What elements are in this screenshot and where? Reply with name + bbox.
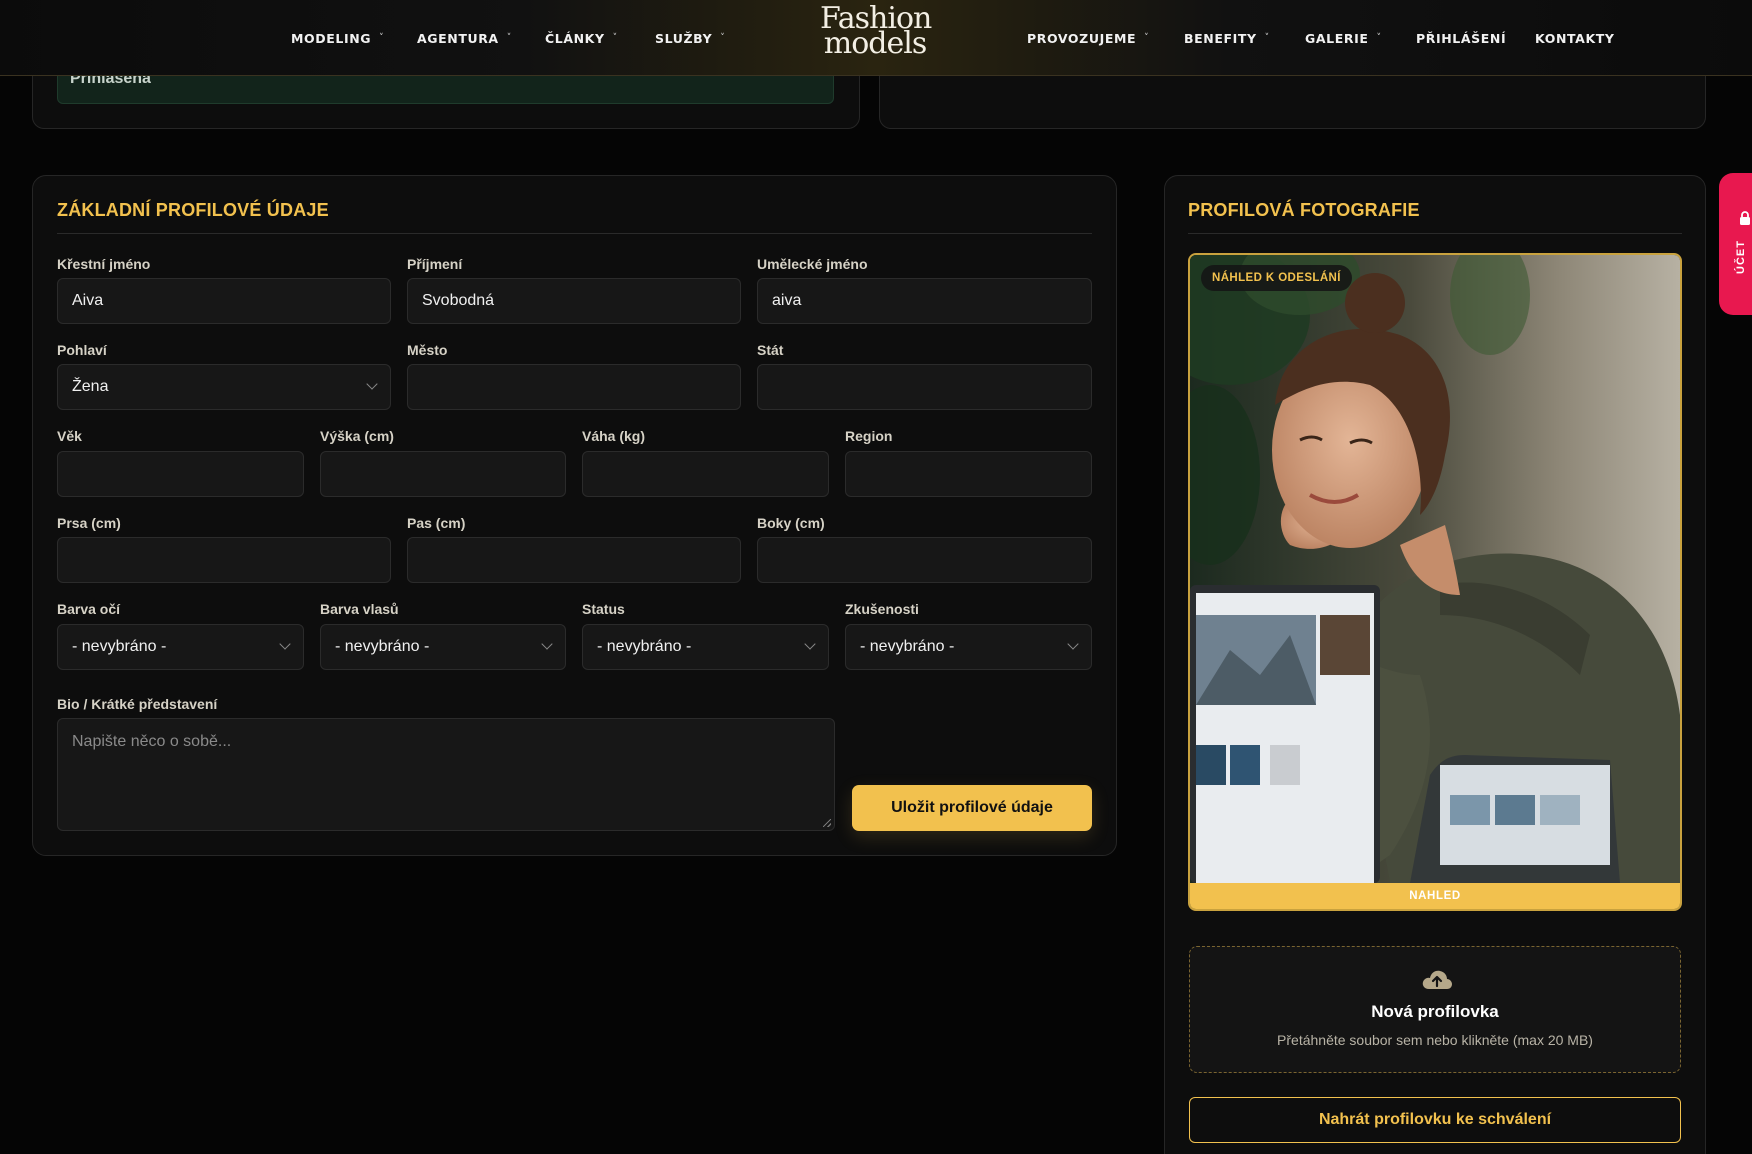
weight-label: Váha (kg)	[582, 428, 646, 444]
preview-badge: NÁHLED K ODESLÁNÍ	[1201, 265, 1352, 291]
cloud-upload-icon	[1422, 970, 1452, 989]
bio-placeholder: Napište něco o sobě...	[72, 733, 232, 750]
first-name-input[interactable]: Aiva	[57, 278, 391, 324]
age-input[interactable]	[57, 451, 304, 497]
hair-color-select[interactable]: - nevybráno -	[320, 624, 566, 670]
chevron-down-icon	[366, 378, 378, 390]
chevron-down-icon: ˅	[612, 33, 618, 43]
first-name-label: Křestní jméno	[57, 256, 151, 272]
stage-name-label: Umělecké jméno	[757, 256, 868, 272]
hair-color-label: Barva vlasů	[320, 601, 399, 617]
eye-color-label: Barva očí	[57, 601, 121, 617]
nav-agentura[interactable]: AGENTURA ˅	[417, 0, 512, 76]
save-profile-button[interactable]: Uložit profilové údaje	[852, 785, 1092, 831]
waist-label: Pas (cm)	[407, 515, 466, 531]
photo-preview: NÁHLED K ODESLÁNÍ NAHLED	[1188, 253, 1682, 911]
nav-label: PŘIHLÁŠENÍ	[1416, 30, 1507, 46]
chevron-down-icon	[279, 638, 291, 650]
chevron-down-icon: ˅	[1144, 33, 1150, 43]
bust-label: Prsa (cm)	[57, 515, 121, 531]
profile-photo-image	[1190, 255, 1680, 883]
dropzone-title: Nová profilovka	[1371, 1002, 1499, 1021]
eye-color-value: - nevybráno -	[72, 638, 167, 655]
nav-label: BENEFITY	[1184, 30, 1257, 46]
dropzone-subtitle: Přetáhněte soubor sem nebo klikněte (max…	[1277, 1032, 1593, 1048]
hair-color-value: - nevybráno -	[335, 638, 430, 655]
chevron-down-icon	[804, 638, 816, 650]
chevron-down-icon: ˅	[506, 33, 512, 43]
waist-input[interactable]	[407, 537, 741, 583]
hips-label: Boky (cm)	[757, 515, 825, 531]
logo-line-2: models	[823, 26, 927, 61]
experience-label: Zkušenosti	[845, 601, 919, 617]
region-label: Region	[845, 428, 893, 444]
status-label: Status	[582, 601, 625, 617]
height-input[interactable]	[320, 451, 566, 497]
profile-form-title: ZÁKLADNÍ PROFILOVÉ ÚDAJE	[57, 200, 329, 220]
nav-kontakty[interactable]: KONTAKTY	[1535, 0, 1615, 76]
top-navbar: MODELING ˅ AGENTURA ˅ ČLÁNKY ˅ SLUŽBY ˅ Fash…	[0, 0, 1752, 76]
gender-select[interactable]: Žena	[57, 364, 391, 410]
nav-label: MODELING	[291, 30, 372, 46]
upload-photo-button[interactable]: Nahrát profilovku ke schválení	[1189, 1097, 1681, 1143]
lock-icon	[1740, 211, 1750, 225]
experience-select[interactable]: - nevybráno -	[845, 624, 1092, 670]
nav-galerie[interactable]: GALERIE ˅	[1305, 0, 1382, 76]
chevron-down-icon: ˅	[1264, 33, 1270, 43]
nav-sluzby[interactable]: SLUŽBY ˅	[655, 0, 725, 76]
bio-textarea[interactable]: Napište něco o sobě...	[57, 718, 835, 831]
experience-value: - nevybráno -	[860, 638, 955, 655]
weight-input[interactable]	[582, 451, 829, 497]
city-label: Město	[407, 342, 448, 358]
gender-label: Pohlaví	[57, 342, 107, 358]
account-tab-label: ÚČET	[1735, 240, 1747, 274]
nav-benefity[interactable]: BENEFITY ˅	[1184, 0, 1270, 76]
nav-label: GALERIE	[1305, 30, 1369, 46]
divider	[57, 233, 1092, 234]
country-label: Stát	[757, 342, 784, 358]
upload-dropzone[interactable]: Nová profilovka Přetáhněte soubor sem ne…	[1189, 946, 1681, 1073]
hips-input[interactable]	[757, 537, 1092, 583]
nav-prihlaseni[interactable]: PŘIHLÁŠENÍ	[1416, 0, 1506, 76]
last-name-label: Příjmení	[407, 256, 463, 272]
bio-label: Bio / Krátké představení	[57, 696, 218, 712]
bust-input[interactable]	[57, 537, 391, 583]
last-name-input[interactable]: Svobodná	[407, 278, 741, 324]
nav-clanky[interactable]: ČLÁNKY ˅	[545, 0, 618, 76]
profile-photo-title: PROFILOVÁ FOTOGRAFIE	[1188, 200, 1420, 220]
status-select[interactable]: - nevybráno -	[582, 624, 829, 670]
nav-label: PROVOZUJEME	[1027, 30, 1137, 46]
eye-color-select[interactable]: - nevybráno -	[57, 624, 304, 670]
resize-handle-icon[interactable]	[823, 819, 831, 827]
site-logo[interactable]: Fashion models	[820, 4, 932, 66]
city-input[interactable]	[407, 364, 741, 410]
photo-caption: NAHLED	[1190, 883, 1680, 909]
divider	[1188, 233, 1682, 234]
nav-provozujeme[interactable]: PROVOZUJEME ˅	[1027, 0, 1149, 76]
age-label: Věk	[57, 428, 82, 444]
nav-label: SLUŽBY	[655, 30, 713, 46]
height-label: Výška (cm)	[320, 428, 394, 444]
nav-modeling[interactable]: MODELING ˅	[291, 0, 384, 76]
chevron-down-icon	[1067, 638, 1079, 650]
country-input[interactable]	[757, 364, 1092, 410]
status-value: - nevybráno -	[597, 638, 692, 655]
chevron-down-icon: ˅	[1376, 33, 1382, 43]
chevron-down-icon	[541, 638, 553, 650]
gender-value: Žena	[72, 378, 109, 395]
nav-label: ČLÁNKY	[545, 30, 605, 46]
chevron-down-icon: ˅	[720, 33, 726, 43]
nav-label: KONTAKTY	[1535, 30, 1615, 46]
stage-name-input[interactable]: aiva	[757, 278, 1092, 324]
region-input[interactable]	[845, 451, 1092, 497]
nav-label: AGENTURA	[417, 30, 499, 46]
chevron-down-icon: ˅	[379, 33, 385, 43]
